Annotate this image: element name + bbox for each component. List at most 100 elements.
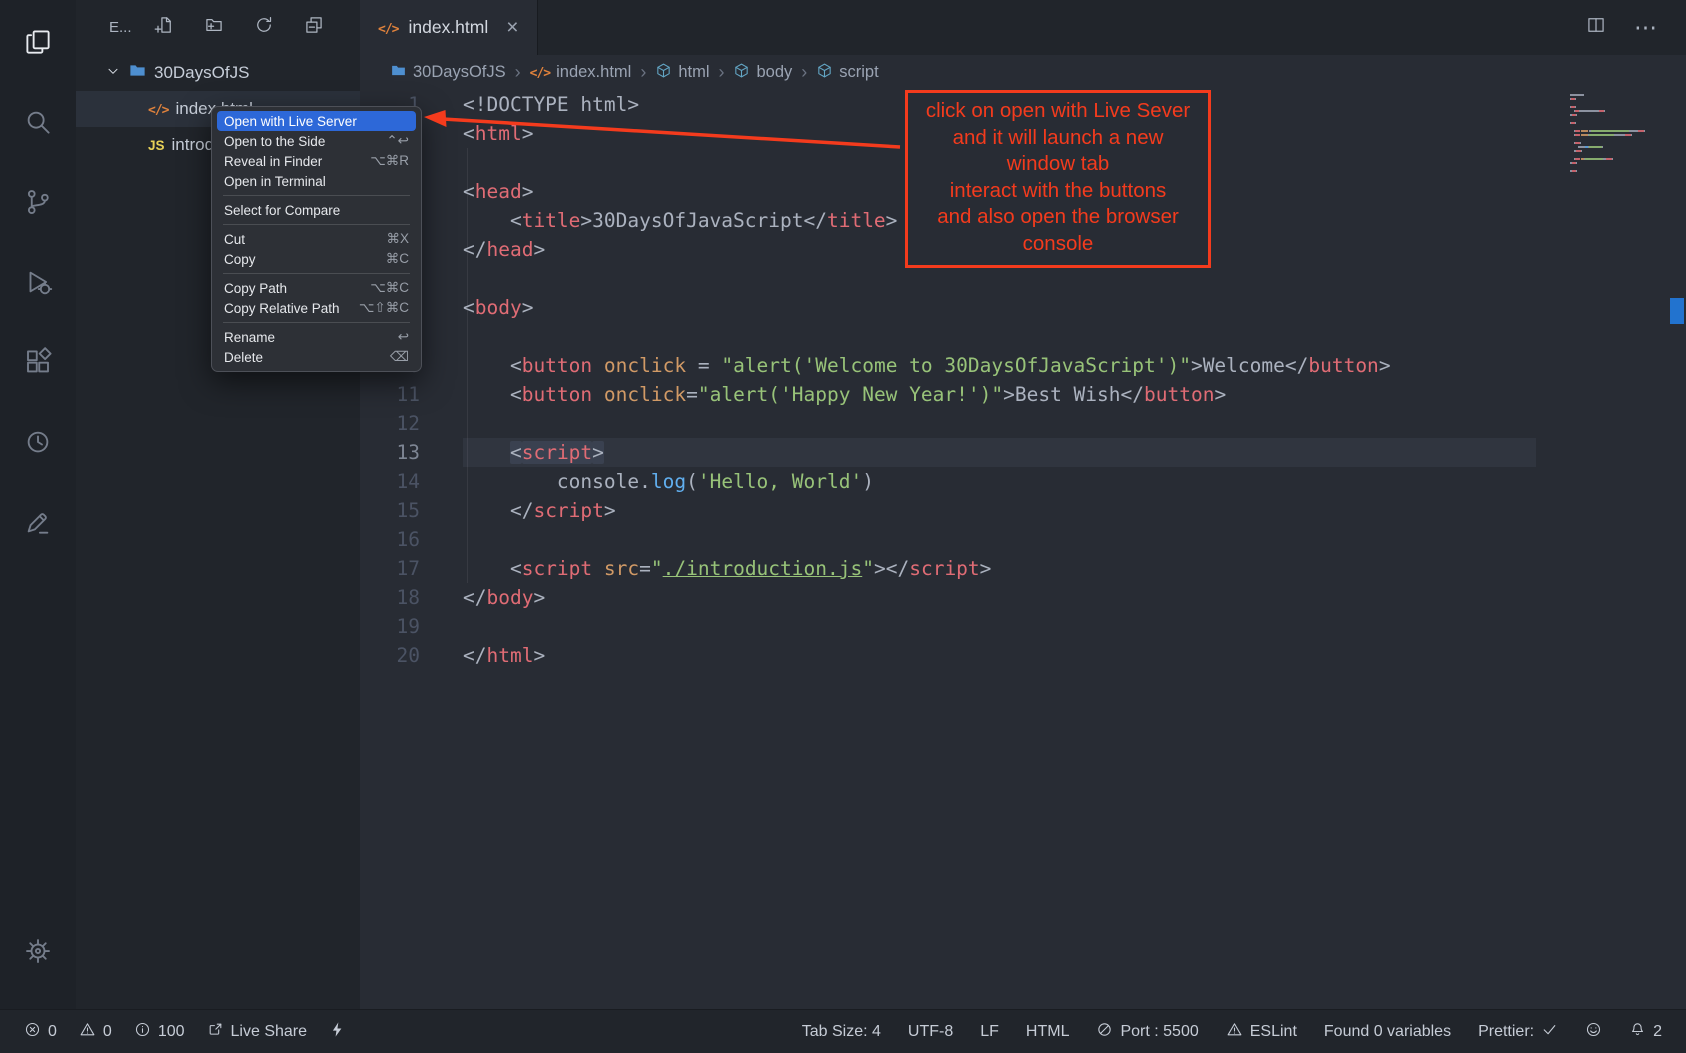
new-folder-button[interactable]: [204, 15, 224, 40]
new-file-button[interactable]: [154, 15, 174, 40]
menu-item-label: Open to the Side: [224, 134, 325, 149]
minimap-line: [1570, 150, 1662, 152]
code-line-8[interactable]: 8<body>: [360, 293, 1536, 322]
menu-item-rename[interactable]: Rename↩: [217, 327, 416, 347]
status-errors[interactable]: 0: [24, 1021, 57, 1043]
breadcrumb-item-30daysofjs[interactable]: 30DaysOfJS: [390, 62, 506, 84]
error-icon: [24, 1021, 41, 1043]
menu-item-shortcut: ⌘X: [386, 231, 409, 247]
status-port[interactable]: Port : 5500: [1096, 1021, 1198, 1043]
code-line-19[interactable]: 19: [360, 612, 1536, 641]
menu-item-open-in-terminal[interactable]: Open in Terminal: [217, 171, 416, 191]
menu-separator: [223, 195, 410, 196]
menu-item-shortcut: ⌫: [390, 349, 409, 365]
code-text: <script>: [463, 438, 1536, 467]
activity-source-control[interactable]: [0, 164, 76, 244]
code-line-16[interactable]: 16: [360, 525, 1536, 554]
line-number: 11: [360, 380, 420, 409]
settings-button[interactable]: [0, 913, 76, 993]
menu-item-shortcut: ⌥⇧⌘C: [359, 300, 409, 316]
cube-icon: [655, 62, 672, 84]
collapse-all-button[interactable]: [304, 15, 324, 40]
code-line-11[interactable]: 11 <button onclick="alert('Happy New Yea…: [360, 380, 1536, 409]
chevron-right-icon: ›: [640, 62, 646, 83]
menu-item-label: Delete: [224, 350, 263, 365]
status-live-share[interactable]: Live Share: [207, 1021, 308, 1043]
breadcrumb-item-html[interactable]: html: [655, 62, 709, 84]
code-text: console.log('Hello, World'): [463, 467, 1536, 496]
menu-item-cut[interactable]: Cut⌘X: [217, 229, 416, 249]
menu-item-open-to-the-side[interactable]: Open to the Side⌃↩: [217, 131, 416, 151]
minimap-line: [1570, 170, 1662, 172]
code-line-7[interactable]: 7: [360, 264, 1536, 293]
debug-icon: [23, 267, 53, 302]
breadcrumb-item-index-html[interactable]: </>index.html: [530, 63, 632, 82]
code-line-14[interactable]: 14 console.log('Hello, World'): [360, 467, 1536, 496]
breadcrumb-item-body[interactable]: body: [733, 62, 792, 84]
status-tab-size[interactable]: Tab Size: 4: [802, 1023, 881, 1041]
minimap-line: [1570, 142, 1662, 144]
status-notifications[interactable]: 2: [1629, 1021, 1662, 1043]
menu-item-select-for-compare[interactable]: Select for Compare: [217, 200, 416, 220]
clock-icon: [23, 427, 53, 462]
menu-item-label: Copy: [224, 252, 256, 267]
menu-separator: [223, 273, 410, 274]
menu-item-label: Reveal in Finder: [224, 154, 322, 169]
status-eslint[interactable]: ESLint: [1226, 1021, 1297, 1043]
code-line-9[interactable]: 9: [360, 322, 1536, 351]
code-line-15[interactable]: 15 </script>: [360, 496, 1536, 525]
code-line-18[interactable]: 18</body>: [360, 583, 1536, 612]
code-line-17[interactable]: 17 <script src="./introduction.js"></scr…: [360, 554, 1536, 583]
status-prettier[interactable]: Prettier:: [1478, 1021, 1558, 1043]
close-icon[interactable]: ×: [506, 16, 518, 40]
activity-history[interactable]: [0, 404, 76, 484]
extensions-icon: [23, 347, 53, 382]
menu-item-copy-relative-path[interactable]: Copy Relative Path ⌥⇧⌘C: [217, 298, 416, 318]
activity-feedback[interactable]: [0, 484, 76, 564]
status-eol[interactable]: LF: [980, 1023, 999, 1041]
menu-item-open-with-live-server[interactable]: Open with Live Server: [217, 111, 416, 131]
menu-item-copy-path[interactable]: Copy Path⌥⌘C: [217, 278, 416, 298]
line-number: 16: [360, 525, 420, 554]
code-line-13[interactable]: 13 <script>: [360, 438, 1536, 467]
annotation-line: interact with the buttons: [910, 178, 1206, 205]
menu-item-copy[interactable]: Copy ⌘C: [217, 249, 416, 269]
status-warnings[interactable]: 0: [79, 1021, 112, 1043]
status-quick-action[interactable]: [329, 1021, 346, 1043]
more-actions-icon[interactable]: ⋯: [1634, 16, 1658, 39]
split-editor-icon[interactable]: [1586, 15, 1606, 40]
status-encoding[interactable]: UTF-8: [908, 1023, 953, 1041]
activity-extensions[interactable]: [0, 324, 76, 404]
breadcrumb-item-script[interactable]: script: [816, 62, 878, 84]
sidebar-header: E...: [76, 0, 360, 55]
activity-explorer[interactable]: [0, 4, 76, 84]
activity-run-debug[interactable]: [0, 244, 76, 324]
editor-actions: ⋯: [1586, 0, 1686, 55]
annotation-line: and it will launch a new: [910, 125, 1206, 152]
js-file-icon: JS: [148, 135, 165, 155]
new-folder-icon: [204, 22, 224, 39]
status-language-mode[interactable]: HTML: [1026, 1023, 1070, 1041]
menu-item-label: Rename: [224, 330, 275, 345]
menu-item-delete[interactable]: Delete ⌫: [217, 347, 416, 367]
folder-root-30daysofjs[interactable]: 30DaysOfJS: [76, 55, 360, 91]
bell-icon: [1629, 1021, 1646, 1043]
status-feedback-smiley[interactable]: [1585, 1021, 1602, 1043]
minimap-line: [1570, 146, 1662, 148]
menu-item-shortcut: ⌘C: [386, 251, 409, 267]
menu-item-reveal-in-finder[interactable]: Reveal in Finder⌥⌘R: [217, 151, 416, 171]
code-line-10[interactable]: 10 <button onclick = "alert('Welcome to …: [360, 351, 1536, 380]
tab-index-html[interactable]: </> index.html ×: [360, 0, 538, 55]
menu-item-label: Copy Relative Path: [224, 301, 340, 316]
status-info[interactable]: 100: [134, 1021, 185, 1043]
refresh-button[interactable]: [254, 15, 274, 40]
code-text: [463, 322, 1536, 351]
code-line-12[interactable]: 12: [360, 409, 1536, 438]
status-text: Live Share: [231, 1023, 308, 1041]
status-variables[interactable]: Found 0 variables: [1324, 1023, 1451, 1041]
minimap-line: [1570, 134, 1662, 136]
activity-search[interactable]: [0, 84, 76, 164]
minimap[interactable]: [1570, 94, 1662, 174]
code-line-20[interactable]: 20</html>: [360, 641, 1536, 670]
minimap-line: [1570, 154, 1662, 156]
